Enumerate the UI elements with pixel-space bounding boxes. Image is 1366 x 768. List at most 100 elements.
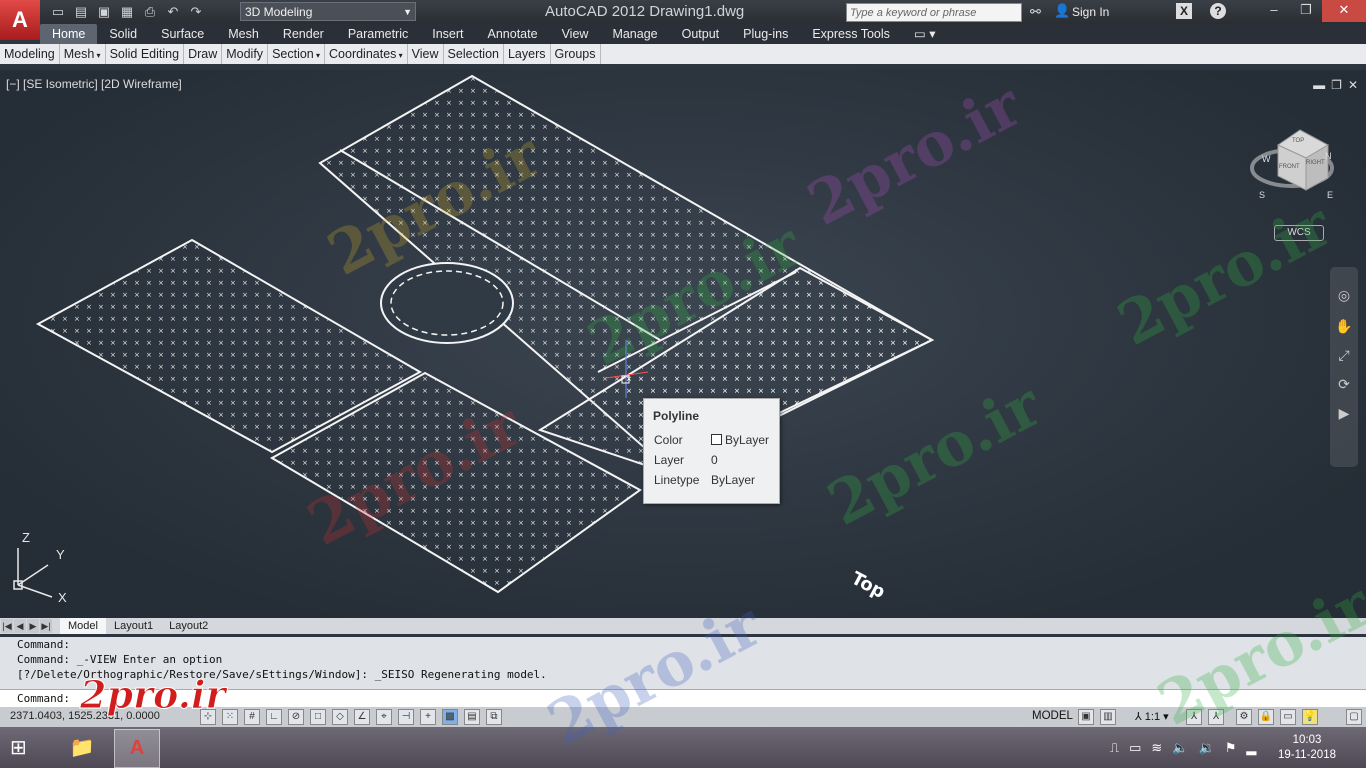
viewport-close-icon[interactable]: ✕ (1348, 78, 1358, 92)
tab-layout2[interactable]: Layout2 (161, 618, 216, 634)
binoculars-icon[interactable]: ⚯ (1030, 4, 1041, 20)
panel-view[interactable]: View (408, 44, 444, 64)
tab-insert[interactable]: Insert (420, 24, 475, 44)
polar-tracking-icon[interactable]: ⊘ (288, 709, 304, 725)
dynamic-ucs-icon[interactable]: ⌖ (376, 709, 392, 725)
panel-section[interactable]: Section (268, 44, 326, 64)
hardware-acceleration-icon[interactable]: ▭ (1280, 709, 1296, 725)
drawing-canvas[interactable]: × (0, 70, 1366, 618)
print-icon[interactable]: ⎙ (140, 3, 160, 21)
panel-mesh[interactable]: Mesh (60, 44, 106, 64)
annotation-scale[interactable]: ⅄ 1:1 ▾ (1135, 710, 1169, 723)
showmotion-icon[interactable]: ▶ (1330, 405, 1358, 422)
autocad-taskbar-icon[interactable]: A (114, 729, 160, 768)
tab-output[interactable]: Output (670, 24, 732, 44)
minimize-button[interactable]: – (1258, 0, 1290, 22)
command-history-line: Command: (17, 638, 70, 651)
panel-modify[interactable]: Modify (222, 44, 269, 64)
prev-layout-icon[interactable]: ◀ (14, 619, 26, 633)
tab-home[interactable]: Home (40, 24, 98, 44)
quick-view-drawings-icon[interactable]: ▥ (1100, 709, 1116, 725)
grid-display-icon[interactable]: # (244, 709, 260, 725)
panel-modeling[interactable]: Modeling (0, 44, 60, 64)
volume-icon[interactable]: 🔉 (1199, 740, 1215, 756)
panel-coordinates[interactable]: Coordinates (325, 44, 408, 64)
clean-screen-icon[interactable]: ▢ (1346, 709, 1362, 725)
close-button[interactable]: ✕ (1322, 0, 1366, 22)
tab-model[interactable]: Model (60, 618, 106, 634)
tab-express-tools[interactable]: Express Tools (800, 24, 902, 44)
panel-groups[interactable]: Groups (551, 44, 601, 64)
redo-icon[interactable]: ↷ (186, 3, 206, 21)
viewcube-front-label: FRONT (1279, 164, 1300, 170)
panel-selection[interactable]: Selection (444, 44, 504, 64)
display-icon[interactable]: ▭ (1129, 740, 1141, 756)
sign-in-button[interactable]: Sign In (1072, 5, 1109, 19)
ribbon-display-toggle-icon[interactable]: ▭ ▾ (902, 24, 948, 44)
tab-parametric[interactable]: Parametric (336, 24, 420, 44)
annotation-visibility-icon[interactable]: ⅄ (1186, 709, 1202, 725)
help-icon[interactable]: ? (1210, 3, 1226, 19)
open-file-icon[interactable]: ▤ (71, 3, 91, 21)
lineweight-icon[interactable]: + (420, 709, 436, 725)
flag-icon[interactable]: ⚑ (1225, 740, 1237, 756)
exchange-icon[interactable]: X (1176, 3, 1192, 19)
windows-start-icon[interactable]: ⊞ (10, 735, 40, 761)
tab-annotate[interactable]: Annotate (476, 24, 550, 44)
undo-icon[interactable]: ↶ (163, 3, 183, 21)
dynamic-input-icon[interactable]: ⊣ (398, 709, 414, 725)
tab-mesh[interactable]: Mesh (216, 24, 271, 44)
tab-manage[interactable]: Manage (600, 24, 669, 44)
object-snap-tracking-icon[interactable]: ∠ (354, 709, 370, 725)
network-icon[interactable]: ▂ (1246, 740, 1256, 756)
panel-solid-editing[interactable]: Solid Editing (106, 44, 185, 64)
first-layout-icon[interactable]: |◀ (1, 619, 13, 633)
save-icon[interactable]: ▣ (94, 3, 114, 21)
workspace-selector[interactable]: 3D Modeling ▼ (240, 2, 416, 21)
last-layout-icon[interactable]: ▶| (40, 619, 52, 633)
orbit-icon[interactable]: ⟳ (1330, 376, 1358, 393)
ortho-mode-icon[interactable]: ∟ (266, 709, 282, 725)
circular-opening[interactable] (380, 262, 514, 344)
tab-render[interactable]: Render (271, 24, 336, 44)
compass-west: W (1262, 154, 1271, 164)
panel-draw[interactable]: Draw (184, 44, 223, 64)
tab-surface[interactable]: Surface (149, 24, 216, 44)
zoom-icon[interactable]: ⤢ (1330, 347, 1358, 364)
tab-view[interactable]: View (550, 24, 601, 44)
viewport-restore-icon[interactable]: ❐ (1331, 78, 1342, 92)
quick-properties-icon[interactable]: ▤ (464, 709, 480, 725)
system-clock[interactable]: 10:03 19-11-2018 (1278, 733, 1336, 763)
devices-icon[interactable]: ⎍ (1110, 740, 1119, 756)
next-layout-icon[interactable]: ▶ (27, 619, 39, 633)
panel-layers[interactable]: Layers (504, 44, 551, 64)
restore-button[interactable]: ❐ (1290, 0, 1322, 22)
viewport-controls-label[interactable]: [−] [SE Isometric] [2D Wireframe] (6, 77, 182, 91)
tab-plug-ins[interactable]: Plug-ins (731, 24, 800, 44)
file-explorer-icon[interactable]: 📁 (60, 729, 104, 766)
language-icon[interactable]: ≋ (1151, 740, 1162, 756)
save-as-icon[interactable]: ▦ (117, 3, 137, 21)
steering-wheel-icon[interactable]: ◎ (1330, 287, 1358, 304)
tab-solid[interactable]: Solid (97, 24, 149, 44)
wcs-menu[interactable]: WCS (1274, 225, 1324, 241)
transparency-icon[interactable]: ▩ (442, 709, 458, 725)
speaker-muted-icon[interactable]: 🔈 (1172, 740, 1188, 756)
workspace-switching-icon[interactable]: ⚙ (1236, 709, 1252, 725)
ucs-icon (13, 548, 53, 598)
model-space-button[interactable]: MODEL (1032, 710, 1073, 722)
object-snap-icon[interactable]: □ (310, 709, 326, 725)
3d-object-snap-icon[interactable]: ◇ (332, 709, 348, 725)
viewport-minimize-icon[interactable]: ▬ (1313, 78, 1325, 92)
tab-layout1[interactable]: Layout1 (106, 618, 161, 634)
selection-cycling-icon[interactable]: ⧉ (486, 709, 502, 725)
isolate-objects-icon[interactable]: 💡 (1302, 709, 1318, 725)
new-file-icon[interactable]: ▭ (48, 3, 68, 21)
lock-icon[interactable]: 🔒 (1258, 709, 1274, 725)
pan-icon[interactable]: ✋ (1330, 318, 1358, 335)
application-menu-button[interactable]: A (0, 0, 40, 40)
tooltip-row-label: Color (654, 433, 683, 447)
quick-view-layouts-icon[interactable]: ▣ (1078, 709, 1094, 725)
search-input[interactable]: Type a keyword or phrase (846, 3, 1022, 22)
auto-scale-icon[interactable]: ⅄ (1208, 709, 1224, 725)
